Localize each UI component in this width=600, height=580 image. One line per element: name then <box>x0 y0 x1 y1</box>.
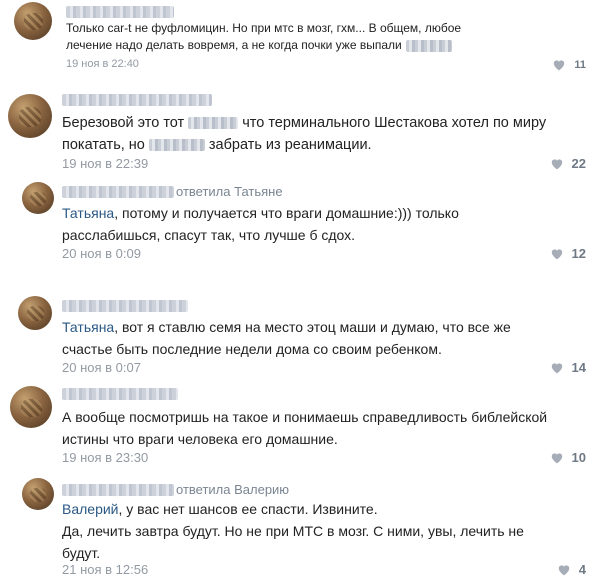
like-count: 10 <box>571 450 586 465</box>
like-button[interactable]: 10 <box>550 450 586 465</box>
like-button[interactable]: 22 <box>550 156 586 171</box>
avatar[interactable] <box>22 182 54 214</box>
comment-line: А вообще посмотришь на такое и понимаешь… <box>62 409 548 425</box>
comment-date[interactable]: 20 ноя в 0:09 <box>62 246 141 261</box>
comment-item: Татьяна, вот я ставлю семя на место этоц… <box>0 290 600 378</box>
comment-line: счастье быть последние недели дома со св… <box>62 341 442 357</box>
reply-to-label[interactable]: ответила Валерию <box>176 482 289 497</box>
comment-item: ответила Валерию Валерий, у вас нет шанс… <box>0 472 600 580</box>
comment-item: ответила Татьяне Татьяна, потому и получ… <box>0 178 600 270</box>
comment-line: Только car-t не фуфломицин. Но при мтс в… <box>66 21 462 35</box>
author-name[interactable] <box>62 300 188 312</box>
comment-date[interactable]: 19 ноя в 22:40 <box>66 58 139 70</box>
comment-date[interactable]: 21 ноя в 12:56 <box>62 562 148 577</box>
comment-line: будут. <box>62 545 101 561</box>
comment-line: истины что враги человека его домашние. <box>62 431 338 447</box>
comment-line: Валерий, у вас нет шансов ее спасти. Изв… <box>62 501 378 517</box>
like-button[interactable]: 12 <box>550 246 586 261</box>
mention-link[interactable]: Татьяна <box>62 205 114 221</box>
like-count: 12 <box>571 246 586 261</box>
comment-date[interactable]: 20 ноя в 0:07 <box>62 360 141 375</box>
author-name[interactable] <box>62 388 178 400</box>
like-button[interactable]: 14 <box>550 360 586 375</box>
heart-icon <box>557 563 571 576</box>
comment-text: Только car-t не фуфломицин. Но при мтс в… <box>66 20 461 54</box>
comment-line: покатать, но забрать из реанимации. <box>62 137 372 153</box>
avatar[interactable] <box>10 386 52 428</box>
comment-date[interactable]: 19 ноя в 23:30 <box>62 450 148 465</box>
comment-date[interactable]: 19 ноя в 22:39 <box>62 156 148 171</box>
author-name[interactable] <box>62 484 174 496</box>
comment-line: Татьяна, вот я ставлю семя на место этоц… <box>62 319 511 335</box>
like-button[interactable]: 11 <box>552 58 586 71</box>
comment-text: Березовой это тот что терминального Шеста… <box>62 112 546 156</box>
comment-text: А вообще посмотришь на такое и понимаешь… <box>62 406 547 450</box>
heart-icon <box>552 58 566 71</box>
comment-item: Только car-t не фуфломицин. Но при мтс в… <box>0 0 600 78</box>
comment-line: Березовой это тот что терминального Шеста… <box>62 115 547 131</box>
heart-icon <box>550 247 564 260</box>
avatar[interactable] <box>22 478 54 510</box>
heart-icon <box>550 451 564 464</box>
comment-line: Да, лечить завтра будут. Но не при МТС в… <box>62 523 524 539</box>
avatar[interactable] <box>18 296 52 330</box>
like-count: 11 <box>574 58 586 71</box>
like-count: 22 <box>571 156 586 171</box>
comment-line: расслабишься, спасут так, что лучше б сд… <box>62 227 356 243</box>
mention-link[interactable]: Татьяна <box>62 319 114 335</box>
heart-icon <box>550 157 564 170</box>
author-name[interactable] <box>62 94 212 106</box>
like-count: 4 <box>578 562 586 577</box>
author-name[interactable] <box>66 6 174 18</box>
comment-line: лечение надо делать вовремя, а не когда … <box>66 37 461 54</box>
heart-icon <box>550 361 564 374</box>
reply-to-label[interactable]: ответила Татьяне <box>176 184 283 199</box>
comment-text: Валерий, у вас нет шансов ее спасти. Изв… <box>62 498 524 564</box>
like-count: 14 <box>571 360 586 375</box>
comment-text: Татьяна, вот я ставлю семя на место этоц… <box>62 316 511 360</box>
comment-item: А вообще посмотришь на такое и понимаешь… <box>0 380 600 470</box>
comment-text: Татьяна, потому и получается что враги д… <box>62 202 459 246</box>
avatar[interactable] <box>14 2 52 40</box>
author-name[interactable] <box>62 186 174 198</box>
comment-line: Татьяна, потому и получается что враги д… <box>62 205 459 221</box>
comment-item: Березовой это тот что терминального Шеста… <box>0 86 600 176</box>
avatar[interactable] <box>8 94 52 138</box>
mention-link[interactable]: Валерий <box>62 501 119 517</box>
like-button[interactable]: 4 <box>557 562 586 577</box>
